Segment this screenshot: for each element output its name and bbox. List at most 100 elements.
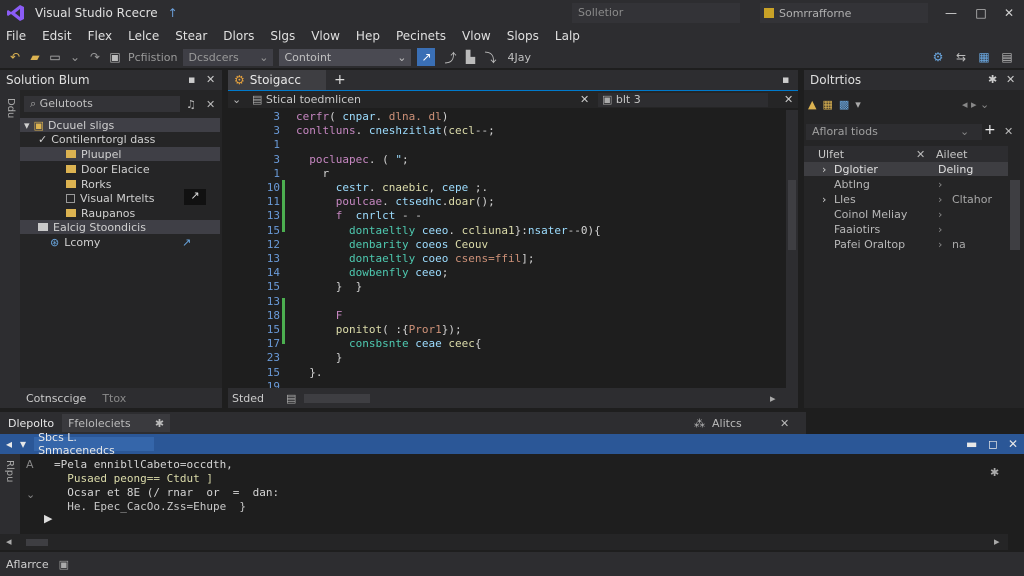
- tree-item-folder[interactable]: Door Elacice: [20, 162, 220, 176]
- pin-icon[interactable]: ✱: [155, 417, 164, 430]
- code-line[interactable]: dontaeltly ceeo. ccliuna1}:nsater--0){: [296, 224, 601, 237]
- chevron-right-icon[interactable]: ›: [938, 223, 942, 236]
- property-row[interactable]: Faaiotirs ›: [804, 222, 1008, 236]
- redo-icon[interactable]: ↷: [86, 48, 104, 66]
- minimize-button[interactable]: —: [938, 3, 964, 23]
- bookmark-icon[interactable]: ▙: [461, 48, 479, 66]
- step-icon[interactable]: ▶: [44, 512, 52, 525]
- menu-item[interactable]: Hep: [356, 29, 380, 43]
- expand-icon[interactable]: ›: [822, 163, 826, 176]
- close-icon[interactable]: ✕: [1004, 125, 1013, 138]
- property-row[interactable]: Pafei Oraltop › na: [804, 237, 1008, 251]
- pin-icon[interactable]: ⤴: [441, 48, 459, 66]
- scroll-thumb[interactable]: [26, 539, 48, 546]
- menu-item[interactable]: Stear: [175, 29, 207, 43]
- menu-item[interactable]: Pecinets: [396, 29, 446, 43]
- editor-tab-active[interactable]: ⚙ Stoigacc: [228, 70, 326, 90]
- scroll-right-icon[interactable]: ▸: [770, 392, 776, 405]
- tab-menu-icon[interactable]: ▪: [782, 73, 789, 86]
- menu-item[interactable]: File: [6, 29, 26, 43]
- comment-icon[interactable]: ⤵: [481, 48, 499, 66]
- tree-item-project[interactable]: ✓ Contilenrtorgl dass: [20, 132, 220, 146]
- chevron-down-icon[interactable]: ⌄: [960, 125, 969, 138]
- menu-item[interactable]: Slgs: [270, 29, 295, 43]
- code-line[interactable]: pocluapec. ( ";: [296, 153, 408, 166]
- chevron-down-icon[interactable]: ⌄: [232, 93, 241, 106]
- chevron-right-icon[interactable]: ›: [938, 208, 942, 221]
- close-search-icon[interactable]: ✕: [206, 98, 215, 111]
- tree-item-folder[interactable]: Pluupel: [20, 147, 220, 161]
- menu-item[interactable]: Lelce: [128, 29, 159, 43]
- menu-item[interactable]: Edsit: [42, 29, 72, 43]
- side-tab-label[interactable]: Ddu: [5, 98, 16, 118]
- chevron-down-icon[interactable]: ⌄: [66, 48, 84, 66]
- output-horizontal-scrollbar[interactable]: ◂ ▸: [0, 534, 1008, 550]
- window-icon[interactable]: ▬: [966, 437, 977, 451]
- maximize-button[interactable]: □: [968, 3, 994, 23]
- tab-secondary[interactable]: Ffeloleciets ✱: [62, 414, 171, 432]
- code-line[interactable]: cerfr( cnpar. dlna. dl): [296, 110, 448, 123]
- chevron-right-icon[interactable]: ›: [938, 238, 942, 251]
- code-line[interactable]: dontaeltly coeo csens=ffil];: [296, 252, 534, 265]
- close-icon[interactable]: ✕: [916, 148, 925, 161]
- chart-icon[interactable]: ↗: [182, 236, 191, 249]
- chevron-down-icon[interactable]: ▾: [20, 437, 26, 451]
- back-icon[interactable]: ◂: [6, 437, 12, 451]
- close-icon[interactable]: ✕: [1008, 437, 1018, 451]
- output-source-label[interactable]: Sbcs L. Snmacenedcs: [34, 431, 155, 457]
- code-line[interactable]: dowbenfly ceeo;: [296, 266, 448, 279]
- property-row[interactable]: Coinol Meliay ›: [804, 207, 1008, 221]
- code-line[interactable]: }.: [296, 366, 322, 379]
- tree-item-folder[interactable]: Raupanos: [20, 206, 220, 220]
- code-line[interactable]: f cnrlct - -: [296, 209, 422, 222]
- scroll-thumb[interactable]: [788, 180, 796, 250]
- back-icon[interactable]: ◂ ▸ ⌄: [962, 98, 989, 111]
- chevron-right-icon[interactable]: ›: [938, 178, 942, 191]
- layout-icon[interactable]: ▤: [998, 48, 1016, 66]
- menu-item[interactable]: Flex: [88, 29, 113, 43]
- platform-combo[interactable]: Dcsdcers ⌄: [183, 48, 274, 66]
- new-file-icon[interactable]: ▭: [46, 48, 64, 66]
- undo-icon[interactable]: ↶: [6, 48, 24, 66]
- close-button[interactable]: ✕: [996, 3, 1022, 23]
- settings-icon[interactable]: ⚙: [929, 48, 947, 66]
- close-icon[interactable]: ✕: [780, 417, 789, 430]
- solution-search-input[interactable]: ⌕ Gelutoots: [24, 96, 180, 112]
- code-line[interactable]: cestr. cnaebic, cepe ;.: [296, 181, 488, 194]
- code-area[interactable]: 3 cerfr( cnpar. dlna. dl) 3 conltluns. cnes…: [228, 108, 788, 393]
- target-combo[interactable]: Contoint ⌄: [279, 48, 412, 66]
- analytics-icon[interactable]: ⁂: [694, 417, 705, 430]
- chevron-down-icon[interactable]: ▾: [855, 98, 861, 111]
- save-icon[interactable]: ▣: [106, 48, 124, 66]
- close-icon[interactable]: ✕: [1006, 73, 1015, 86]
- grid-icon[interactable]: ▦: [975, 48, 993, 66]
- nav-type-dropdown[interactable]: ▤ Stical toedmlicen: [252, 93, 592, 107]
- pin-icon[interactable]: ✱: [990, 466, 999, 479]
- output-side-tab[interactable]: Rlpu: [4, 460, 15, 482]
- code-line[interactable]: consbsnte ceae ceec{: [296, 337, 481, 350]
- events-icon[interactable]: ▩: [839, 98, 849, 111]
- code-line[interactable]: ponitot( :{Pror1});: [296, 323, 462, 336]
- filter-icon[interactable]: ♫: [186, 98, 196, 111]
- close-icon[interactable]: ✕: [206, 73, 215, 86]
- expand-icon[interactable]: ›: [822, 193, 826, 206]
- close-icon[interactable]: ✕: [580, 93, 589, 106]
- categorized-icon[interactable]: ▲: [808, 98, 816, 111]
- arrow-icon[interactable]: ↗: [184, 189, 206, 205]
- share-icon[interactable]: ⇆: [952, 48, 970, 66]
- add-icon[interactable]: +: [984, 122, 996, 138]
- document-icon[interactable]: ▤: [286, 392, 296, 405]
- arrow-up-icon[interactable]: ↑: [168, 6, 178, 20]
- menu-item[interactable]: Vlow: [311, 29, 340, 43]
- open-folder-icon[interactable]: ▰: [26, 48, 44, 66]
- title-search-box[interactable]: Solletior: [572, 3, 740, 23]
- collapse-icon[interactable]: ⌄: [26, 488, 35, 501]
- tab-ttox[interactable]: Ttox: [102, 392, 126, 405]
- property-row[interactable]: › Lles › Cltahor: [804, 192, 1008, 206]
- scroll-left-icon[interactable]: ◂: [6, 535, 12, 548]
- account-box[interactable]: Somrrafforne: [760, 3, 928, 23]
- tree-item-file[interactable]: Visual Mrtelts ↗: [20, 189, 220, 205]
- layout-icon[interactable]: ▣: [59, 558, 69, 571]
- start-debug-icon[interactable]: ↗: [417, 48, 436, 66]
- properties-scroll-thumb[interactable]: [1010, 180, 1020, 250]
